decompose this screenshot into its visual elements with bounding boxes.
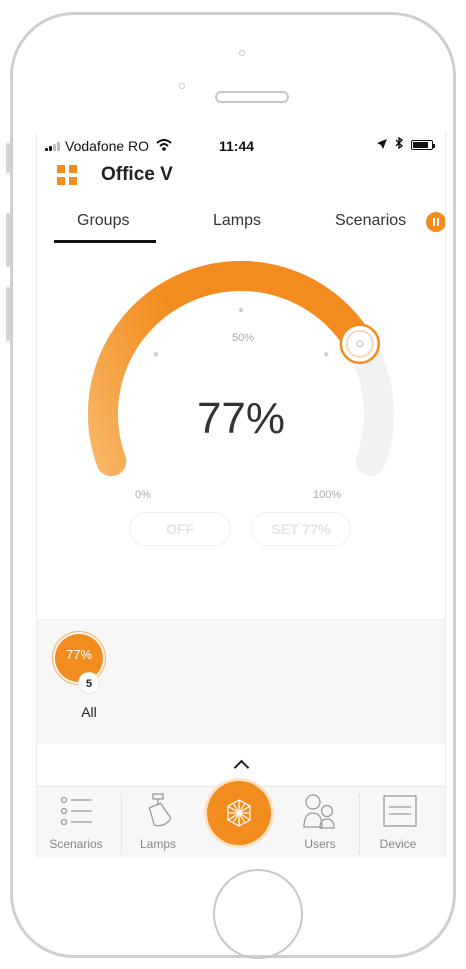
bottom-navigation: Scenarios Lamps Users Device bbox=[37, 781, 445, 858]
nav-label-users: Users bbox=[304, 837, 336, 851]
scale-label-50: 50% bbox=[232, 332, 255, 344]
brightness-value: 77% bbox=[196, 394, 286, 443]
wifi-icon bbox=[156, 138, 172, 154]
nav-lamps[interactable]: Lamps bbox=[123, 787, 193, 858]
carrier-info: Vodafone RO bbox=[45, 138, 172, 154]
status-icons bbox=[377, 136, 435, 152]
nav-scenarios[interactable]: Scenarios bbox=[41, 787, 111, 858]
mute-switch bbox=[6, 143, 10, 173]
network-hub-button[interactable] bbox=[207, 781, 271, 845]
front-camera bbox=[179, 83, 185, 89]
dial-tick-75 bbox=[324, 352, 329, 357]
tab-groups[interactable]: Groups bbox=[77, 212, 129, 230]
status-time: 11:44 bbox=[219, 138, 255, 154]
brightness-dial-panel: 50% 0% 100% 77% OFF SET 77% bbox=[37, 244, 445, 619]
users-icon bbox=[303, 794, 335, 829]
dial-tick-50 bbox=[238, 307, 244, 313]
set-level-button[interactable]: SET 77% bbox=[251, 512, 351, 546]
chevron-up-icon[interactable] bbox=[233, 759, 250, 776]
nav-label-lamps: Lamps bbox=[139, 837, 177, 851]
volume-down-button bbox=[6, 287, 10, 341]
group-percent: 77% bbox=[65, 647, 93, 662]
app-header: Office V bbox=[37, 162, 445, 192]
page-title: Office V bbox=[101, 164, 173, 185]
tab-lamps[interactable]: Lamps bbox=[213, 212, 261, 230]
scenario-running-badge[interactable] bbox=[426, 212, 445, 232]
nav-label-device: Device bbox=[379, 837, 417, 851]
dial-tick-25 bbox=[153, 352, 158, 357]
scale-label-100: 100% bbox=[313, 489, 342, 501]
lamp-icon bbox=[148, 793, 171, 827]
network-hub-icon bbox=[227, 799, 251, 827]
signal-icon bbox=[45, 141, 60, 151]
nav-users[interactable]: Users bbox=[285, 787, 355, 858]
nav-divider bbox=[121, 793, 122, 855]
status-bar: Vodafone RO 11:44 bbox=[37, 132, 445, 158]
dial-handle[interactable] bbox=[339, 323, 381, 365]
scenario-list-icon bbox=[60, 796, 92, 826]
carrier-name: Vodafone RO bbox=[65, 138, 150, 154]
location-arrow-icon bbox=[377, 137, 387, 152]
panel-toggle-area bbox=[37, 744, 445, 786]
active-tab-indicator bbox=[54, 240, 156, 243]
grid-menu-icon[interactable] bbox=[57, 165, 77, 185]
pause-icon bbox=[433, 218, 439, 226]
tab-bar: Groups Lamps Scenarios bbox=[37, 204, 445, 245]
scale-label-0: 0% bbox=[135, 489, 151, 501]
nav-device[interactable]: Device bbox=[363, 787, 433, 858]
group-lamp-count: 5 bbox=[78, 672, 100, 694]
volume-up-button bbox=[6, 213, 10, 267]
home-button[interactable] bbox=[213, 869, 303, 959]
tab-scenarios[interactable]: Scenarios bbox=[335, 212, 406, 230]
groups-list: 77% 5 All bbox=[37, 619, 445, 746]
group-label: All bbox=[81, 704, 97, 720]
off-button[interactable]: OFF bbox=[129, 512, 231, 546]
device-icon bbox=[383, 795, 417, 827]
battery-icon bbox=[411, 139, 435, 150]
proximity-sensor bbox=[239, 50, 245, 56]
earpiece-speaker bbox=[215, 91, 289, 103]
app-screen: Vodafone RO 11:44 Office V Groups Lamps … bbox=[36, 132, 446, 858]
nav-label-scenarios: Scenarios bbox=[49, 837, 103, 851]
bluetooth-icon bbox=[395, 136, 404, 152]
nav-divider bbox=[359, 793, 360, 855]
